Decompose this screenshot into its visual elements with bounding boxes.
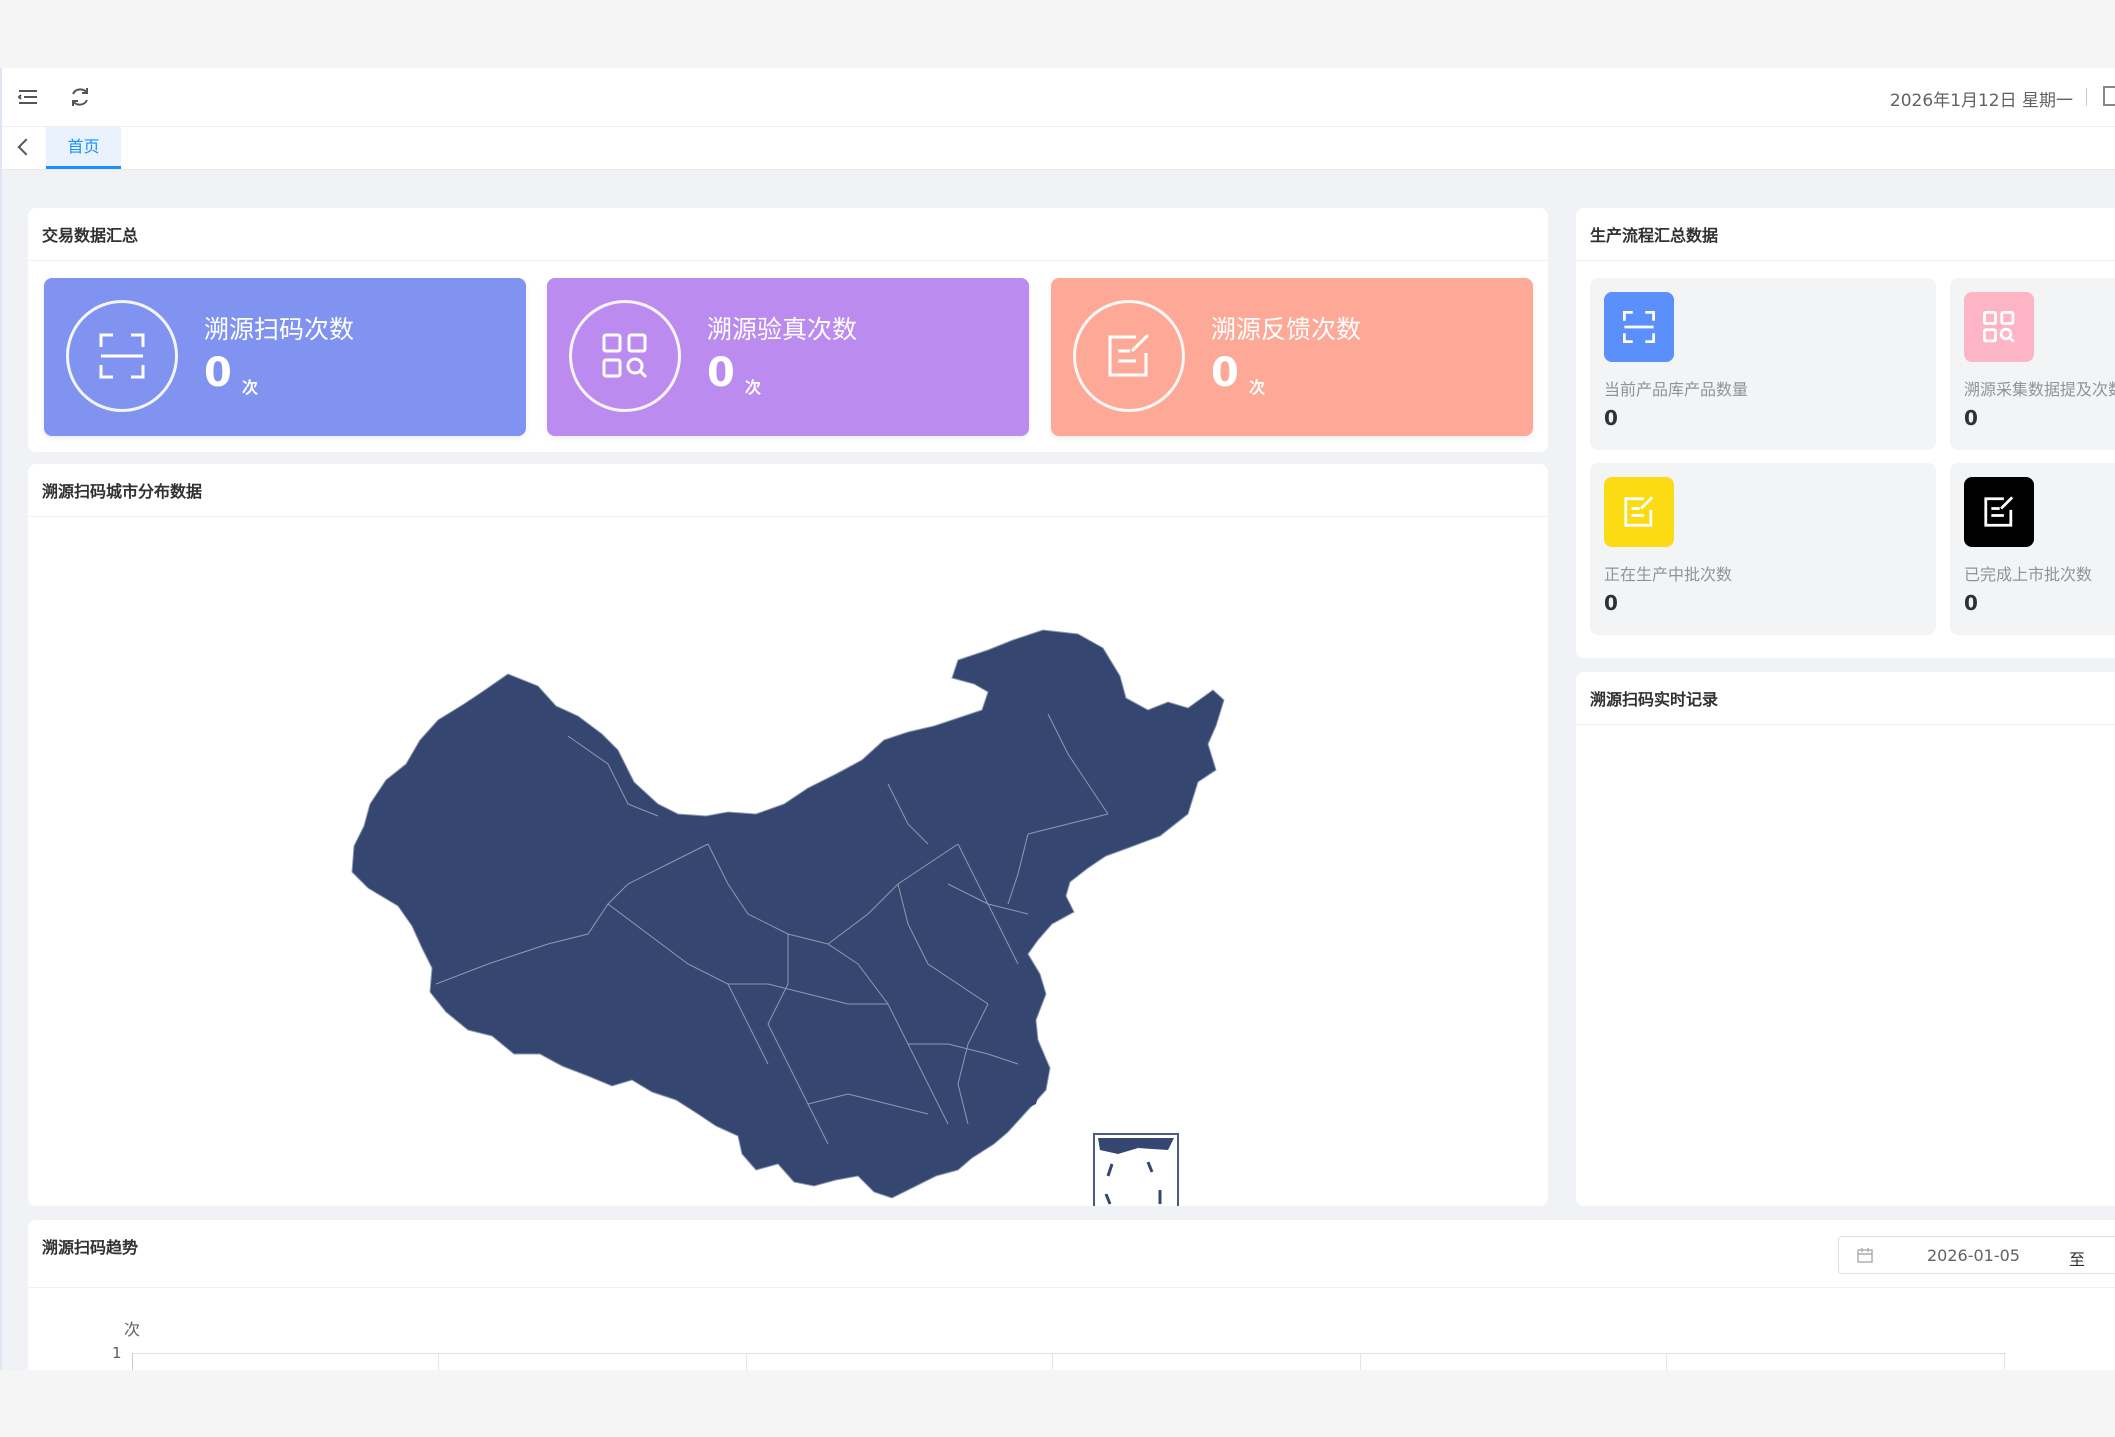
stat-unit: 次 bbox=[745, 378, 762, 397]
date-separator: 至 bbox=[2069, 1250, 2086, 1269]
stat-label: 溯源验真次数 bbox=[707, 315, 858, 344]
stat-label: 溯源扫码次数 bbox=[204, 315, 355, 344]
scan-icon bbox=[66, 300, 178, 412]
realtime-record-card: 溯源扫码实时记录 bbox=[1576, 672, 2115, 1206]
flow-label: 已完成上市批次数 bbox=[1964, 565, 2093, 584]
edit-note-icon bbox=[1604, 477, 1674, 547]
current-date: 2026年1月12日 星期一 bbox=[1889, 91, 2073, 111]
trend-title: 溯源扫码趋势 bbox=[42, 1238, 139, 1257]
stat-verify-count[interactable]: 溯源验真次数 0 次 bbox=[547, 278, 1029, 436]
date-from: 2026-01-05 bbox=[1927, 1246, 2020, 1265]
date-range-picker[interactable]: 2026-01-05 至 bbox=[1838, 1236, 2115, 1274]
stat-feedback-count[interactable]: 溯源反馈次数 0 次 bbox=[1051, 278, 1533, 436]
flow-item-product-count[interactable]: 当前产品库产品数量 0 bbox=[1590, 278, 1936, 450]
chevron-left-icon[interactable] bbox=[12, 136, 36, 160]
grid-tick bbox=[1360, 1353, 1361, 1370]
realtime-title: 溯源扫码实时记录 bbox=[1590, 690, 1719, 709]
y-axis-unit: 次 bbox=[124, 1320, 141, 1339]
y-tick-label: 1 bbox=[112, 1344, 122, 1362]
grid-line bbox=[132, 1353, 2006, 1354]
divider bbox=[1576, 260, 2115, 261]
city-distribution-card: 溯源扫码城市分布数据 bbox=[28, 464, 1548, 1206]
grid-tick bbox=[746, 1353, 747, 1370]
trade-summary-title: 交易数据汇总 bbox=[42, 226, 139, 245]
qrcode-search-icon bbox=[1964, 292, 2034, 362]
refresh-icon[interactable] bbox=[68, 85, 92, 109]
flow-item-collection-count[interactable]: 溯源采集数据提及次数 0 bbox=[1950, 278, 2115, 450]
stat-label: 溯源反馈次数 bbox=[1211, 315, 1362, 344]
flow-value: 0 bbox=[1964, 591, 1978, 615]
trend-card: 溯源扫码趋势 2026-01-05 至 次 1 bbox=[28, 1220, 2115, 1370]
edit-note-icon bbox=[1073, 300, 1185, 412]
stat-unit: 次 bbox=[242, 378, 259, 397]
grid-tick bbox=[132, 1353, 133, 1370]
grid-tick bbox=[1666, 1353, 1667, 1370]
china-map[interactable] bbox=[28, 464, 1548, 1206]
calendar-icon bbox=[1857, 1248, 1873, 1263]
flow-label: 正在生产中批次数 bbox=[1604, 565, 1733, 584]
stat-value: 0 bbox=[204, 350, 232, 396]
production-title: 生产流程汇总数据 bbox=[1590, 226, 1719, 245]
fullscreen-icon[interactable] bbox=[2103, 86, 2115, 106]
flow-item-completed[interactable]: 已完成上市批次数 0 bbox=[1950, 463, 2115, 635]
trade-summary-card: 交易数据汇总 溯源扫码次数 0 次 溯源验真次数 0 次 溯源反馈次数 0 次 bbox=[28, 208, 1548, 452]
tabs-bar: 首页 bbox=[2, 127, 2115, 170]
menu-fold-icon[interactable] bbox=[16, 85, 40, 109]
flow-value: 0 bbox=[1604, 406, 1618, 430]
stat-value: 0 bbox=[707, 350, 735, 396]
flow-value: 0 bbox=[1604, 591, 1618, 615]
stat-value: 0 bbox=[1211, 350, 1239, 396]
stat-unit: 次 bbox=[1249, 378, 1266, 397]
edit-note-icon bbox=[1964, 477, 2034, 547]
top-bar: 2026年1月12日 星期一 bbox=[2, 68, 2115, 127]
app-root: 2026年1月12日 星期一 首页 交易数据汇总 溯源扫码次数 0 次 溯源验真… bbox=[0, 68, 2115, 1370]
divider bbox=[28, 260, 1548, 261]
flow-item-in-production[interactable]: 正在生产中批次数 0 bbox=[1590, 463, 1936, 635]
divider bbox=[2086, 88, 2087, 106]
grid-tick bbox=[2004, 1353, 2005, 1370]
flow-label: 溯源采集数据提及次数 bbox=[1964, 380, 2115, 399]
flow-value: 0 bbox=[1964, 406, 1978, 430]
production-summary-card: 生产流程汇总数据 当前产品库产品数量 0 溯源采集数据提及次数 0 正在生产中批… bbox=[1576, 208, 2115, 658]
grid-tick bbox=[438, 1353, 439, 1370]
scan-icon bbox=[1604, 292, 1674, 362]
flow-label: 当前产品库产品数量 bbox=[1604, 380, 1749, 399]
stat-scan-count[interactable]: 溯源扫码次数 0 次 bbox=[44, 278, 526, 436]
divider bbox=[1576, 724, 2115, 725]
qrcode-search-icon bbox=[569, 300, 681, 412]
grid-tick bbox=[1052, 1353, 1053, 1370]
divider bbox=[28, 1287, 2115, 1288]
tab-home[interactable]: 首页 bbox=[46, 127, 121, 169]
